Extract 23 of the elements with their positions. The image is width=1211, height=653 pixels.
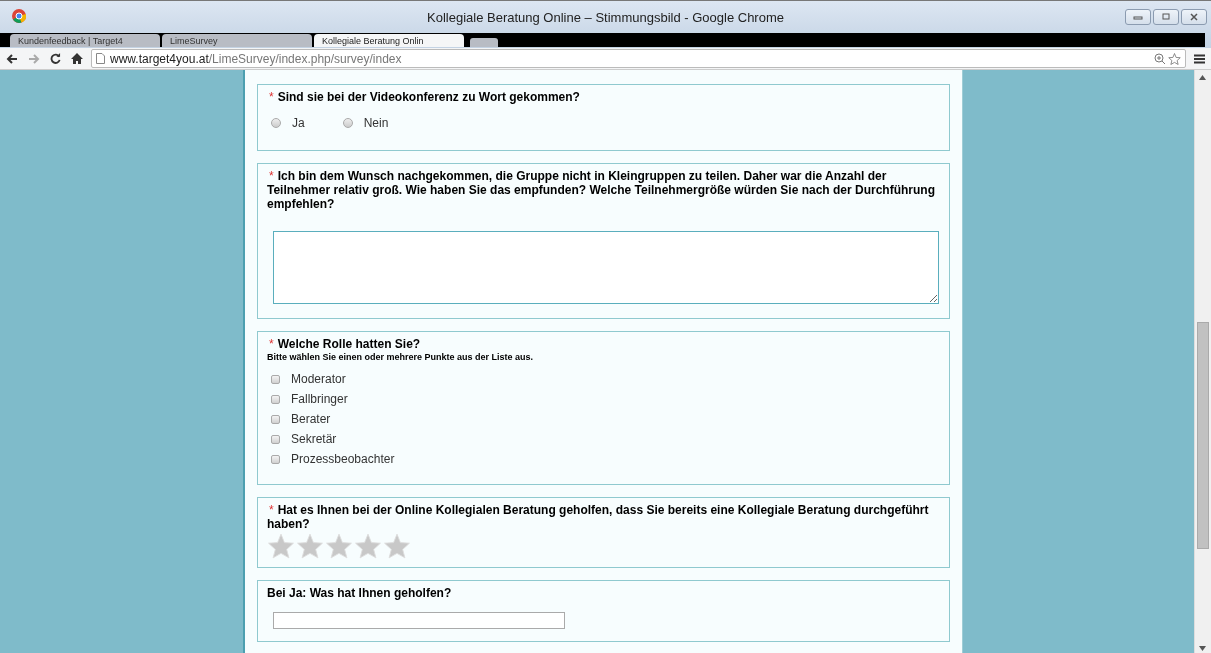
window-title: Kollegiale Beratung Online – Stimmungsbild - Google Chrome	[427, 9, 784, 25]
question-text: * Sind sie bei der Videokonferenz zu Wort gekommen?	[268, 90, 581, 104]
required-mark: *	[269, 90, 274, 104]
required-mark: *	[269, 169, 274, 183]
url-text: www.target4you.at/LimeSurvey/index.php/survey/index	[110, 51, 402, 66]
browser-tab[interactable]: LimeSurvey	[162, 34, 312, 47]
help-text: Bitte wählen Sie einen oder mehrere Punkte aus der Liste aus.	[267, 352, 535, 362]
option-label: Prozessbeobachter	[291, 452, 395, 466]
option-label: Sekretär	[291, 432, 337, 446]
option-label: Fallbringer	[291, 392, 348, 406]
required-mark: *	[269, 503, 274, 517]
question-text: Bei Ja: Was hat Ihnen geholfen?	[267, 586, 453, 600]
address-bar[interactable]: www.target4you.at/LimeSurvey/index.php/survey/index	[91, 49, 1186, 68]
option-label: Ja	[292, 116, 305, 130]
browser-tab[interactable]: Kundenfeedback | Target4	[10, 34, 160, 47]
browser-tab[interactable]: Kollegiale Beratung Onlin	[314, 34, 464, 47]
option-label: Moderator	[291, 372, 346, 386]
option-label: Nein	[363, 116, 389, 130]
question-text: * Ich bin dem Wunsch nachgekommen, die Gruppe nicht in Kleingruppen zu teilen. Daher war die Anzahl der Teilnehmer relativ groß. Wie haben Sie das empfunden? Welche Teilnehmergröße würden Sie nach der Durchführung empfehlen?	[267, 169, 936, 211]
required-mark: *	[269, 337, 274, 351]
question-text: * Hat es Ihnen bei der Online Kollegialen Beratung geholfen, dass Sie bereits eine Kollegiale Beratung durchgeführt haben?	[267, 503, 930, 531]
question-text: * Welche Rolle hatten Sie?	[268, 337, 422, 351]
option-label: Berater	[291, 412, 331, 426]
